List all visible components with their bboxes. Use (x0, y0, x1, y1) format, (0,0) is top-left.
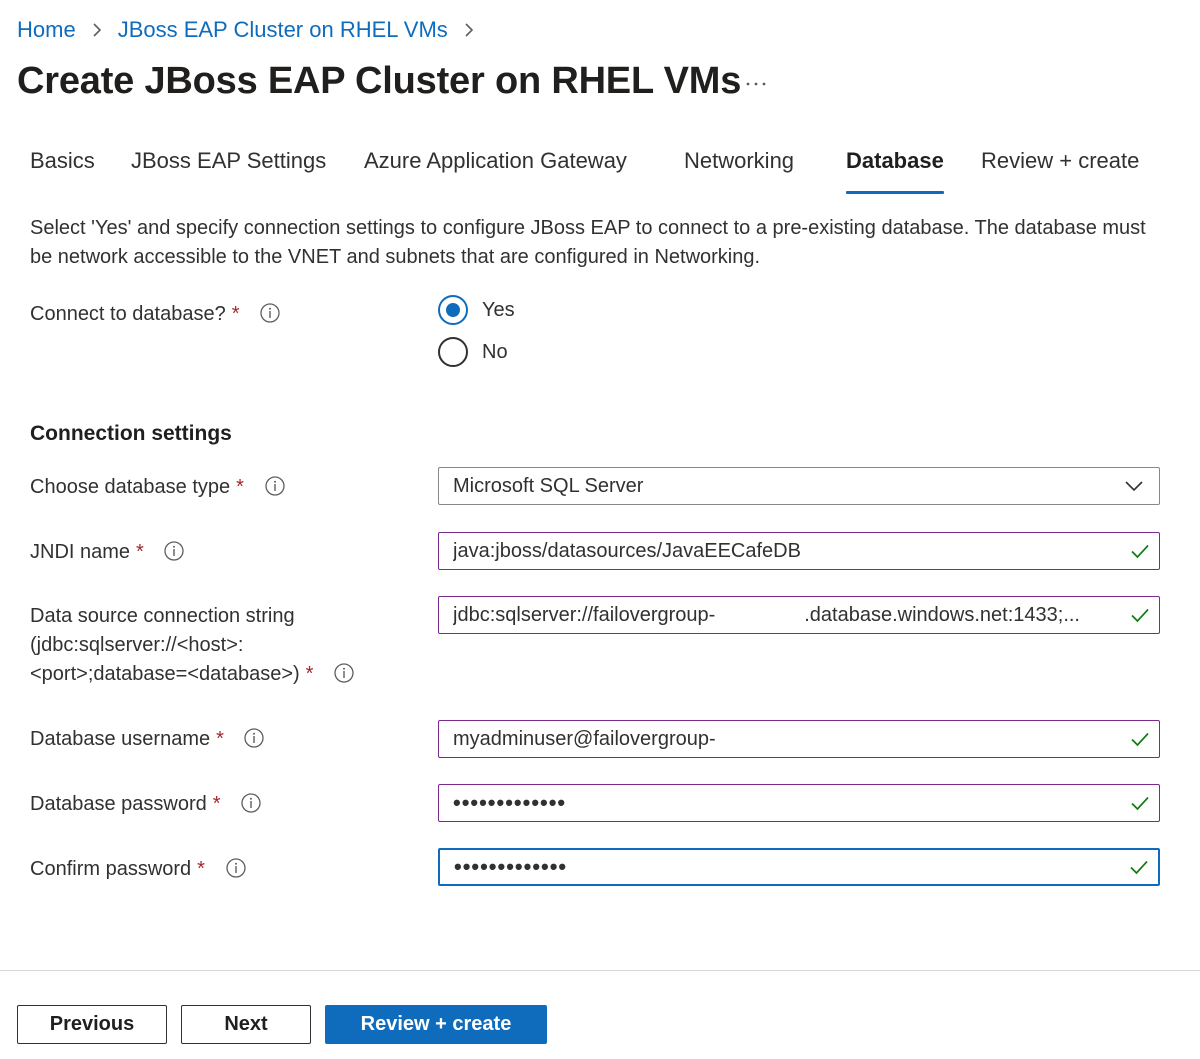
database-type-label: Choose database type * (30, 473, 286, 502)
tab-networking[interactable]: Networking (684, 148, 794, 194)
next-button[interactable]: Next (181, 1005, 311, 1044)
checkmark-icon (1131, 608, 1149, 623)
info-icon[interactable] (225, 857, 247, 879)
chevron-right-icon (84, 17, 110, 43)
info-icon[interactable] (243, 727, 265, 749)
database-type-dropdown[interactable]: Microsoft SQL Server (438, 467, 1160, 505)
checkmark-icon (1130, 860, 1148, 875)
breadcrumb-jboss-link[interactable]: JBoss EAP Cluster on RHEL VMs (118, 17, 448, 43)
info-icon[interactable] (240, 792, 262, 814)
radio-button-checked[interactable] (438, 295, 468, 325)
footer-divider (0, 970, 1200, 971)
database-description: Select 'Yes' and specify connection sett… (30, 217, 1146, 268)
required-marker: * (231, 303, 240, 325)
required-marker: * (236, 476, 244, 498)
checkmark-icon (1131, 796, 1149, 811)
ellipsis-icon (746, 82, 766, 86)
review-create-button[interactable]: Review + create (325, 1005, 547, 1044)
database-password-input[interactable]: ••••••••••••• (438, 784, 1160, 822)
more-options-button[interactable] (740, 70, 772, 98)
info-icon[interactable] (333, 662, 355, 684)
tab-database[interactable]: Database (846, 148, 944, 194)
radio-connect-yes[interactable]: Yes (438, 295, 515, 325)
connection-string-value: jdbc:sqlserver://failovergroup- .databas… (453, 603, 1080, 626)
database-type-value: Microsoft SQL Server (453, 474, 644, 497)
checkmark-icon (1131, 544, 1149, 559)
database-password-value: ••••••••••••• (453, 790, 567, 815)
chevron-down-icon (1125, 481, 1143, 492)
database-username-value: myadminuser@failovergroup- (453, 727, 716, 750)
jndi-name-value: java:jboss/datasources/JavaEECafeDB (453, 539, 801, 562)
breadcrumb-home-link[interactable]: Home (17, 17, 76, 43)
confirm-password-value: ••••••••••••• (454, 854, 568, 879)
required-marker: * (136, 541, 144, 563)
connection-settings-heading: Connection settings (30, 422, 232, 445)
jndi-name-input[interactable]: java:jboss/datasources/JavaEECafeDB (438, 532, 1160, 570)
radio-button-unchecked[interactable] (438, 337, 468, 367)
chevron-right-icon (456, 17, 482, 43)
previous-button[interactable]: Previous (17, 1005, 167, 1044)
confirm-password-label: Confirm password * (30, 855, 247, 884)
info-icon[interactable] (259, 302, 281, 324)
tab-jboss-eap-settings[interactable]: JBoss EAP Settings (131, 148, 326, 194)
checkmark-icon (1131, 732, 1149, 747)
database-password-label: Database password * (30, 790, 262, 819)
required-marker: * (197, 858, 205, 880)
connection-string-label: Data source connection string (jdbc:sqls… (30, 602, 355, 689)
required-marker: * (305, 663, 314, 685)
tab-azure-application-gateway[interactable]: Azure Application Gateway (364, 148, 627, 194)
connection-string-input[interactable]: jdbc:sqlserver://failovergroup- .databas… (438, 596, 1160, 634)
connect-database-label: Connect to database? * (30, 300, 281, 329)
info-icon[interactable] (264, 475, 286, 497)
info-icon[interactable] (163, 540, 185, 562)
radio-connect-no[interactable]: No (438, 337, 508, 367)
confirm-password-input[interactable]: ••••••••••••• (438, 848, 1160, 886)
required-marker: * (216, 728, 224, 750)
required-marker: * (212, 793, 221, 815)
radio-no-label: No (482, 340, 508, 363)
database-username-label: Database username * (30, 725, 265, 754)
jndi-name-label: JNDI name * (30, 538, 185, 567)
database-username-input[interactable]: myadminuser@failovergroup- (438, 720, 1160, 758)
tab-review-create[interactable]: Review + create (981, 148, 1139, 194)
radio-yes-label: Yes (482, 298, 515, 321)
breadcrumb: Home JBoss EAP Cluster on RHEL VMs (17, 17, 490, 43)
page-title: Create JBoss EAP Cluster on RHEL VMs (17, 60, 742, 102)
tab-basics[interactable]: Basics (30, 148, 95, 194)
